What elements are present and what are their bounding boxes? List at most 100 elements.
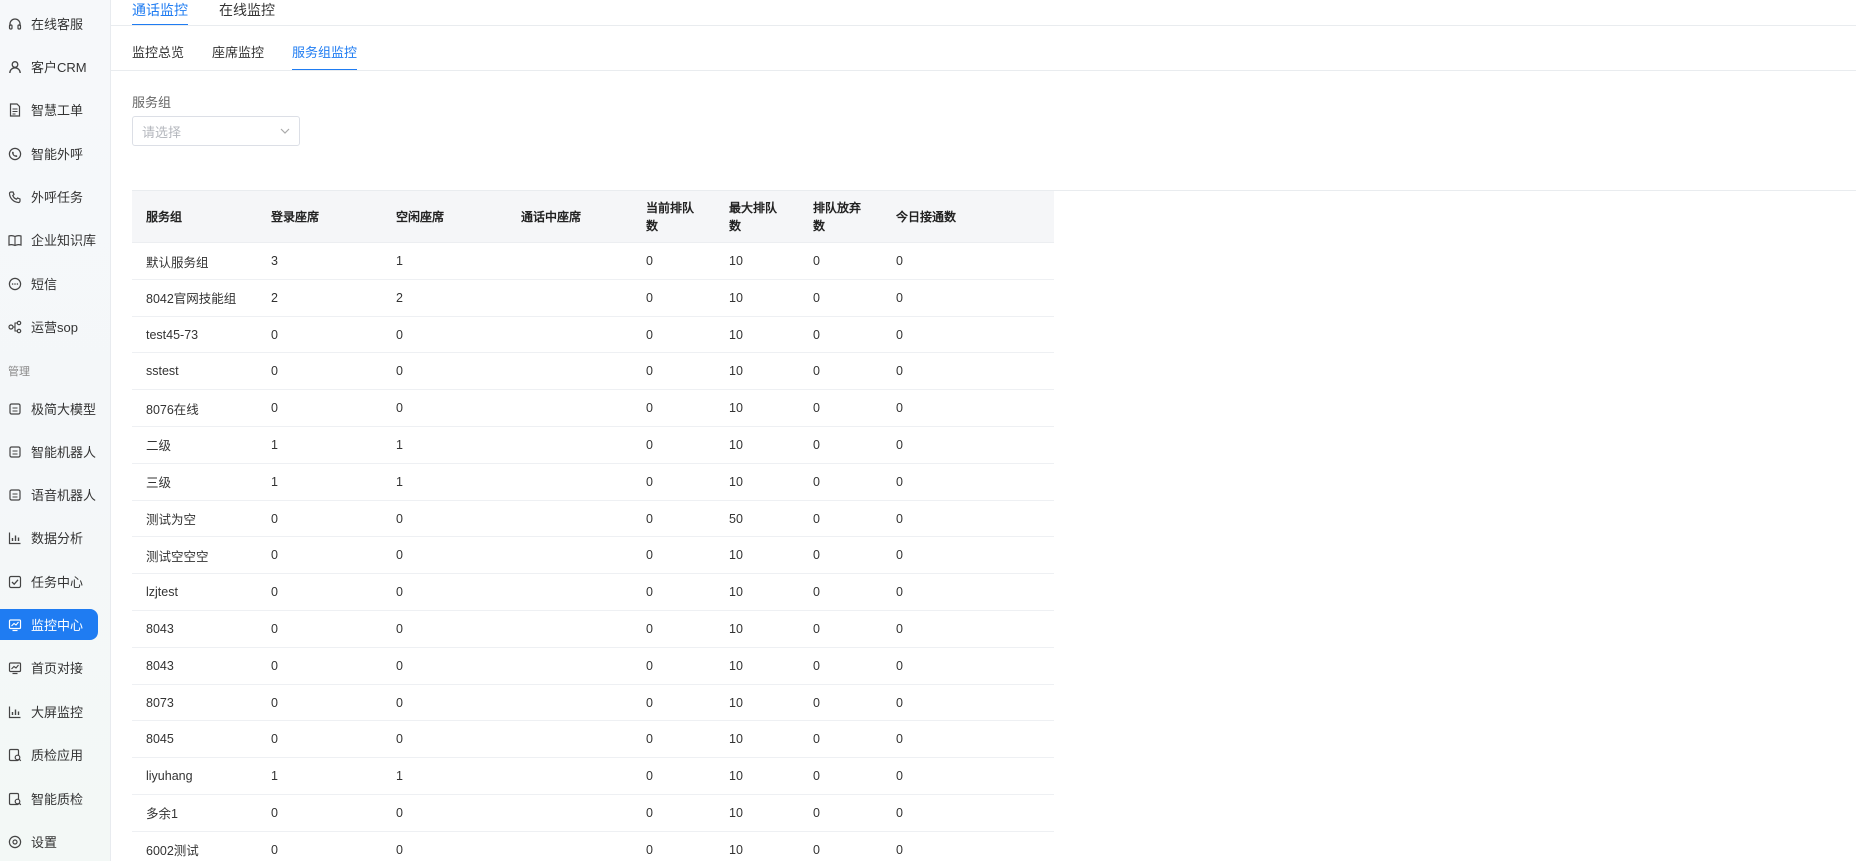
sidebar-item-7[interactable]: 运营sop — [0, 311, 98, 342]
table-cell: 50 — [729, 511, 743, 526]
tab-online-monitor[interactable]: 在线监控 — [219, 0, 275, 26]
service-group-select[interactable]: 请选择 — [132, 116, 300, 146]
sidebar-item-14[interactable]: 首页对接 — [0, 652, 98, 683]
sidebar-item-15[interactable]: 大屏监控 — [0, 696, 98, 727]
table-cell: 2 — [396, 290, 403, 305]
table-cell: 0 — [646, 364, 653, 379]
table-row: 8043 0 0 0 10 0 0 — [132, 611, 1054, 648]
user-icon — [8, 60, 22, 74]
sidebar-item-12[interactable]: 任务中心 — [0, 566, 98, 597]
table-cell: 三级 — [146, 476, 172, 491]
table-cell: 0 — [646, 621, 653, 636]
table-cell: 10 — [729, 842, 743, 857]
table-cell: 0 — [896, 585, 903, 600]
sidebar-item-9[interactable]: 智能机器人 — [0, 436, 98, 467]
sidebar-item-4[interactable]: 外呼任务 — [0, 181, 98, 212]
table-row: 8043 0 0 0 10 0 0 — [132, 648, 1054, 685]
table-cell: 0 — [396, 621, 403, 636]
table-cell: 0 — [396, 585, 403, 600]
table-cell: 1 — [271, 437, 278, 452]
phone-call-icon — [8, 190, 22, 204]
table-cell: 0 — [896, 474, 903, 489]
table-cell: 0 — [271, 401, 278, 416]
tab-call-monitor[interactable]: 通话监控 — [132, 0, 188, 26]
table-cell: 10 — [729, 254, 743, 268]
sidebar-item-18[interactable]: 设置 — [0, 826, 98, 857]
robot-icon — [8, 445, 22, 459]
table-cell: 默认服务组 — [146, 255, 209, 270]
document-icon — [8, 102, 22, 117]
table-cell: 10 — [729, 364, 743, 379]
table-cell: 1 — [396, 769, 403, 784]
table-cell: 0 — [396, 842, 403, 857]
table-cell: 0 — [813, 805, 820, 820]
sidebar-item-0[interactable]: 在线客服 — [0, 8, 98, 39]
inspect-icon — [8, 792, 22, 806]
table-cell: 0 — [896, 805, 903, 820]
table-cell: 0 — [896, 254, 903, 268]
sub-tabs-divider — [111, 70, 1856, 71]
subtab-seat-monitor[interactable]: 座席监控 — [212, 45, 264, 71]
book-icon — [8, 233, 22, 247]
sidebar-item-5[interactable]: 企业知识库 — [0, 224, 98, 255]
table-cell: 0 — [896, 511, 903, 526]
table-cell: liyuhang — [146, 769, 193, 784]
sidebar-item-10[interactable]: 语音机器人 — [0, 479, 98, 510]
table-cell: 10 — [729, 437, 743, 452]
sidebar-item-label: 监控中心 — [31, 618, 84, 633]
robot-icon — [8, 402, 22, 416]
monitor-chart-icon — [8, 618, 22, 632]
sidebar-item-11[interactable]: 数据分析 — [0, 522, 98, 553]
sidebar-item-17[interactable]: 智能质检 — [0, 783, 98, 814]
table-cell: 0 — [271, 842, 278, 857]
table-header: 服务组 登录座席 空闲座席 通话中座席 当前排队数 最大排队数 排队放弃数 今日接通数 — [132, 191, 1054, 243]
table-cell: 0 — [813, 327, 820, 342]
table-cell: 二级 — [146, 439, 172, 454]
sidebar-item-2[interactable]: 智慧工单 — [0, 94, 98, 125]
subtab-service-group-monitor[interactable]: 服务组监控 — [292, 45, 358, 71]
table-cell: 10 — [729, 695, 743, 710]
sidebar-item-label: 企业知识库 — [31, 233, 97, 248]
table-cell: 0 — [813, 621, 820, 636]
table-cell: 3 — [271, 254, 278, 268]
table-cell: 1 — [271, 474, 278, 489]
sidebar-item-13[interactable]: 监控中心 — [0, 609, 98, 640]
table-cell: 0 — [813, 842, 820, 857]
table-cell: 0 — [813, 401, 820, 416]
table-cell: 0 — [896, 437, 903, 452]
sidebar-item-8[interactable]: 极简大模型 — [0, 393, 98, 424]
sidebar-item-label: 极简大模型 — [31, 402, 97, 417]
table-cell: 0 — [813, 474, 820, 489]
table-cell: 8043 — [146, 658, 174, 673]
sidebar-item-label: 智慧工单 — [31, 103, 84, 118]
table-cell: 0 — [646, 548, 653, 563]
sidebar-item-label: 智能外呼 — [31, 147, 84, 162]
table-row: sstest 0 0 0 10 0 0 — [132, 353, 1054, 391]
table-cell: 0 — [896, 658, 903, 673]
table-cell: 10 — [729, 732, 743, 747]
phone-bubble-icon — [8, 147, 22, 161]
subtab-overview[interactable]: 监控总览 — [132, 45, 184, 71]
table-cell: 10 — [729, 327, 743, 342]
sidebar-item-6[interactable]: 短信 — [0, 268, 98, 299]
table-cell: 0 — [646, 401, 653, 416]
sidebar-item-label: 任务中心 — [31, 575, 84, 590]
table-row: 三级 1 1 0 10 0 0 — [132, 464, 1054, 501]
table-cell: 0 — [271, 548, 278, 563]
sidebar-item-label: 智能机器人 — [31, 445, 97, 460]
table-cell: 0 — [396, 548, 403, 563]
sidebar-item-label: 设置 — [31, 835, 58, 850]
table-cell: 0 — [271, 585, 278, 600]
sidebar-item-1[interactable]: 客户CRM — [0, 51, 98, 82]
sidebar-item-16[interactable]: 质检应用 — [0, 739, 98, 770]
sidebar-item-3[interactable]: 智能外呼 — [0, 138, 98, 169]
table-cell: 10 — [729, 805, 743, 820]
table-cell: 0 — [646, 658, 653, 673]
table-cell: 1 — [396, 437, 403, 452]
table-row: test45-73 0 0 0 10 0 0 — [132, 317, 1054, 354]
table-cell: 0 — [396, 732, 403, 747]
column-header: 排队放弃数 — [813, 201, 862, 233]
sidebar-item-label: 运营sop — [31, 320, 78, 335]
table-cell: 0 — [896, 548, 903, 563]
sidebar-item-label: 短信 — [31, 277, 58, 292]
